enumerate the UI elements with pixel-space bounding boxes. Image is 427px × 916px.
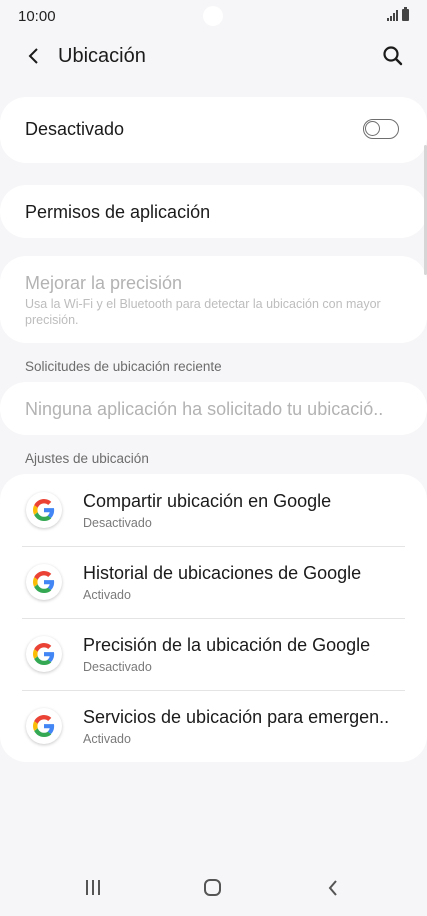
settings-item-title: Servicios de ubicación para emergen.. [83, 707, 390, 727]
back-button[interactable] [20, 42, 48, 70]
location-settings-card: Compartir ubicación en Google Desactivad… [0, 474, 427, 762]
signal-icon [387, 9, 398, 21]
settings-item-google-location-sharing[interactable]: Compartir ubicación en Google Desactivad… [0, 474, 427, 546]
location-toggle-switch[interactable] [363, 119, 399, 139]
recent-apps-button[interactable] [86, 880, 100, 895]
recent-requests-card: Ninguna aplicación ha solicitado tu ubic… [0, 382, 427, 435]
settings-item-emergency-location-services[interactable]: Servicios de ubicación para emergen.. Ac… [0, 690, 427, 762]
status-time: 10:00 [18, 8, 56, 25]
page-title: Ubicación [58, 45, 146, 67]
app-permissions-label: Permisos de aplicación [25, 202, 211, 222]
settings-item-title: Precisión de la ubicación de Google [83, 635, 371, 655]
search-button[interactable] [379, 42, 407, 70]
settings-item-title: Historial de ubicaciones de Google [83, 563, 362, 583]
recent-requests-header: Solicitudes de ubicación reciente [25, 359, 222, 374]
app-permissions-card[interactable]: Permisos de aplicación [0, 185, 427, 238]
settings-item-subtitle: Activado [83, 588, 131, 602]
settings-item-google-location-history[interactable]: Historial de ubicaciones de Google Activ… [0, 546, 427, 618]
settings-item-subtitle: Desactivado [83, 660, 152, 674]
settings-item-title: Compartir ubicación en Google [83, 491, 332, 511]
improve-accuracy-description: Usa la Wi-Fi y el Bluetooth para detecta… [25, 297, 381, 327]
status-icons [387, 7, 409, 21]
settings-item-google-location-accuracy[interactable]: Precisión de la ubicación de Google Desa… [0, 618, 427, 690]
battery-icon [402, 7, 409, 21]
search-icon [383, 46, 403, 66]
google-icon [26, 636, 62, 672]
navigation-bar [0, 864, 427, 916]
settings-item-subtitle: Activado [83, 732, 131, 746]
settings-item-subtitle: Desactivado [83, 516, 152, 530]
nav-back-button[interactable] [326, 878, 340, 898]
google-icon [26, 492, 62, 528]
home-button[interactable] [204, 879, 221, 896]
location-toggle-card[interactable]: Desactivado [0, 97, 427, 163]
location-status-label: Desactivado [25, 119, 125, 139]
toggle-knob [365, 121, 380, 136]
status-bar: 10:00 [0, 0, 427, 34]
front-camera [203, 6, 223, 26]
improve-accuracy-label: Mejorar la precisión [25, 273, 183, 293]
google-icon [26, 564, 62, 600]
google-icon [26, 708, 62, 744]
improve-accuracy-card[interactable]: Mejorar la precisión Usa la Wi-Fi y el B… [0, 256, 427, 343]
chevron-left-icon [28, 48, 38, 64]
recent-requests-empty-text: Ninguna aplicación ha solicitado tu ubic… [25, 399, 384, 419]
app-bar: Ubicación [0, 34, 427, 78]
location-settings-header: Ajustes de ubicación [25, 451, 149, 466]
